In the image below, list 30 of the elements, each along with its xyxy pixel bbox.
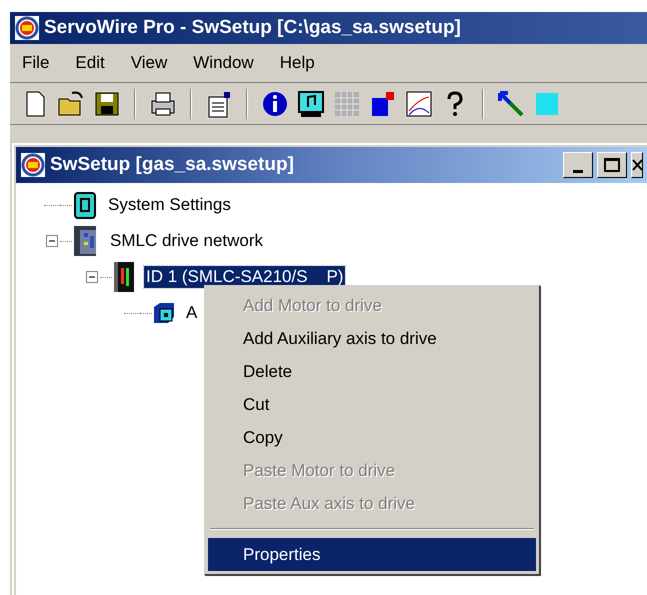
context-menu-item[interactable]: Add Auxiliary axis to drive (208, 322, 536, 355)
minimize-button[interactable] (563, 152, 593, 178)
settings-chip-icon (72, 190, 98, 220)
close-icon (632, 158, 642, 172)
open-folder-icon[interactable] (56, 88, 86, 118)
drive-icon (112, 260, 136, 294)
maximize-button[interactable] (597, 152, 627, 178)
menu-item[interactable]: Edit (75, 50, 105, 76)
tree-item[interactable]: ID 1 (SMLC-SA210/S P) (144, 266, 346, 288)
menu-item[interactable]: View (130, 50, 168, 76)
close-button[interactable] (631, 152, 643, 178)
collapse-box-icon[interactable] (46, 235, 58, 247)
menu-item[interactable]: File (22, 50, 50, 76)
arrows-icon[interactable] (496, 88, 526, 118)
child-window-title: SwSetup [gas_sa.swsetup] (50, 152, 294, 177)
document-logo-icon (20, 152, 46, 178)
menu-item[interactable]: Window (193, 50, 254, 76)
window-title: ServoWire Pro - SwSetup [C:\gas_sa.swsetup] (44, 16, 461, 40)
app-logo-icon (14, 15, 40, 41)
cube-icon (152, 301, 176, 325)
context-menu-item[interactable]: Copy (208, 421, 536, 454)
tree-item[interactable]: SMLC drive network (108, 230, 266, 252)
tree-item[interactable]: System Settings (106, 194, 233, 216)
context-menu-item[interactable]: Cut (208, 388, 536, 421)
context-menu-item[interactable]: Delete (208, 355, 536, 388)
tree-item[interactable]: A (184, 302, 200, 324)
context-menu-item[interactable]: Properties (208, 538, 536, 571)
menu-item[interactable]: Help (280, 50, 315, 76)
collapse-box-icon[interactable] (86, 271, 98, 283)
chart-icon[interactable] (404, 88, 434, 118)
